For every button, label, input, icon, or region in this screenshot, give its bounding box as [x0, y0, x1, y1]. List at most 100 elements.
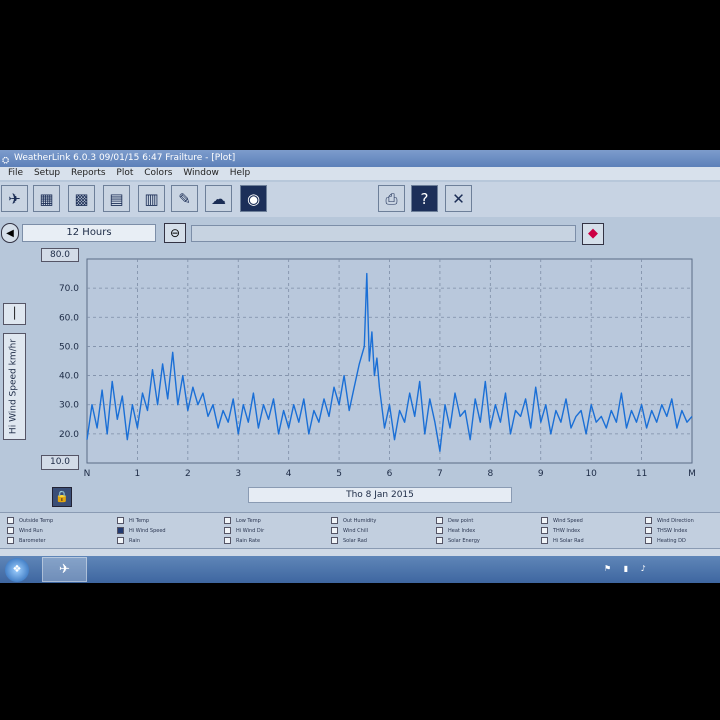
x-tick-label: 9: [538, 469, 544, 479]
help-icon[interactable]: ?: [411, 185, 438, 212]
legend-checkbox[interactable]: [224, 537, 231, 544]
legend-label: Hi Wind Speed: [129, 528, 166, 534]
legend-item[interactable]: Barometer: [7, 537, 46, 545]
noaa-icon[interactable]: ◉: [240, 185, 267, 212]
legend-checkbox[interactable]: [436, 527, 443, 534]
y-tick-label: 50.0: [59, 342, 79, 352]
legend-checkbox[interactable]: [7, 527, 14, 534]
legend-item[interactable]: Heating DD: [645, 537, 686, 545]
legend-label: Wind Direction: [657, 518, 694, 524]
x-tick-label: 8: [487, 469, 493, 479]
close-glyph: ✕: [452, 189, 465, 208]
menu-file[interactable]: File: [8, 167, 23, 180]
legend-item[interactable]: Hi Wind Dir: [224, 527, 264, 535]
menu-colors[interactable]: Colors: [144, 167, 172, 180]
legend-checkbox[interactable]: [645, 527, 652, 534]
legend-checkbox[interactable]: [541, 527, 548, 534]
range-bar: ◀ 12 Hours ⊖ ◆: [0, 220, 720, 248]
legend-item[interactable]: Wind Speed: [541, 517, 583, 525]
legend-item[interactable]: THW Index: [541, 527, 580, 535]
menu-setup[interactable]: Setup: [34, 167, 60, 180]
legend-label: Solar Rad: [343, 538, 367, 544]
legend-checkbox[interactable]: [117, 517, 124, 524]
menu-reports[interactable]: Reports: [71, 167, 106, 180]
legend-item[interactable]: Low Temp: [224, 517, 261, 525]
legend-checkbox[interactable]: [541, 517, 548, 524]
legend-checkbox[interactable]: [331, 527, 338, 534]
legend-item[interactable]: Rain: [117, 537, 140, 545]
window-title: WeatherLink 6.0.3 09/01/15 6:47 Frailtur…: [14, 153, 236, 163]
x-tick-label: 5: [336, 469, 342, 479]
report-icon[interactable]: ▥: [138, 185, 165, 212]
legend-checkbox[interactable]: [7, 537, 14, 544]
cloud-icon[interactable]: ☁: [205, 185, 232, 212]
legend-checkbox[interactable]: [117, 527, 124, 534]
legend-checkbox[interactable]: [331, 537, 338, 544]
x-tick-label: 2: [185, 469, 191, 479]
summary-icon[interactable]: ▩: [68, 185, 95, 212]
help-glyph: ?: [420, 189, 429, 208]
y-ticks: 70.0 60.0 50.0 40.0 30.0 20.0: [59, 284, 79, 440]
legend-item[interactable]: Rain Rate: [224, 537, 260, 545]
notes-icon[interactable]: ✎: [171, 185, 198, 212]
legend-checkbox[interactable]: [436, 517, 443, 524]
y-tick-label: 70.0: [59, 284, 79, 294]
menu-help[interactable]: Help: [230, 167, 251, 180]
x-tick-label: 1: [135, 469, 141, 479]
legend-label: Wind Run: [19, 528, 43, 534]
system-tray: ⚑ ▮ ♪: [604, 564, 714, 576]
lock-icon[interactable]: 🔒: [52, 487, 72, 507]
legend-item[interactable]: Solar Energy: [436, 537, 480, 545]
x-tick-label: N: [84, 469, 91, 479]
legend-item[interactable]: Wind Direction: [645, 517, 694, 525]
range-select[interactable]: 12 Hours: [22, 224, 156, 242]
legend-label: Heat Index: [448, 528, 476, 534]
legend-checkbox[interactable]: [436, 537, 443, 544]
legend-item[interactable]: Hi Temp: [117, 517, 149, 525]
legend-item[interactable]: THSW Index: [645, 527, 687, 535]
eraser-icon[interactable]: ◆: [582, 223, 604, 245]
weatherlink-task-icon[interactable]: ✈: [42, 557, 87, 582]
station-icon[interactable]: ▦: [33, 185, 60, 212]
legend-item[interactable]: Solar Rad: [331, 537, 367, 545]
legend-checkbox[interactable]: [224, 517, 231, 524]
flag-icon[interactable]: ⚑: [604, 564, 611, 573]
legend-checkbox[interactable]: [224, 527, 231, 534]
legend-item[interactable]: Dew point: [436, 517, 473, 525]
x-tick-label: 6: [387, 469, 393, 479]
zoom-out-icon[interactable]: ⊖: [164, 223, 186, 243]
close-icon[interactable]: ✕: [445, 185, 472, 212]
legend-label: Solar Energy: [448, 538, 480, 544]
legend-checkbox[interactable]: [645, 517, 652, 524]
wind-speed-chart: 70.0 60.0 50.0 40.0 30.0 20.0 N 1 2 3 4 5 6 7 8 9 10 11 M: [59, 258, 696, 479]
legend-item[interactable]: Hi Solar Rad: [541, 537, 584, 545]
range-nav-icon[interactable]: ◀: [1, 223, 19, 243]
weatherlink-logo-icon[interactable]: ✈: [1, 185, 28, 212]
menu-plot[interactable]: Plot: [116, 167, 133, 180]
volume-icon[interactable]: ♪: [641, 564, 646, 573]
legend-checkbox[interactable]: [645, 537, 652, 544]
y-tick-label: 60.0: [59, 313, 79, 323]
network-icon[interactable]: ▮: [624, 564, 628, 573]
legend-checkbox[interactable]: [541, 537, 548, 544]
legend-checkbox[interactable]: [117, 537, 124, 544]
weatherlink-window: ⛭ WeatherLink 6.0.3 09/01/15 6:47 Frailt…: [0, 150, 720, 583]
legend-item[interactable]: Out Humidity: [331, 517, 376, 525]
legend-item[interactable]: Outside Temp: [7, 517, 53, 525]
legend-item[interactable]: Wind Chill: [331, 527, 368, 535]
y-tick-label: 40.0: [59, 372, 79, 382]
start-orb-icon[interactable]: ❖: [5, 558, 29, 582]
legend-label: THW Index: [553, 528, 581, 534]
menu-bar: File Setup Reports Plot Colors Window He…: [0, 167, 720, 180]
legend-item[interactable]: Hi Wind Speed: [117, 527, 166, 535]
date-field: Tho 8 Jan 2015: [248, 487, 512, 503]
legend-item[interactable]: Wind Run: [7, 527, 43, 535]
legend-label: Barometer: [19, 538, 46, 544]
strip-chart-icon[interactable]: ▤: [103, 185, 130, 212]
menu-window[interactable]: Window: [183, 167, 219, 180]
legend-checkbox[interactable]: [331, 517, 338, 524]
legend-checkbox[interactable]: [7, 517, 14, 524]
legend-label: THSW Index: [657, 528, 688, 534]
print-icon[interactable]: ⎙: [378, 185, 405, 212]
legend-item[interactable]: Heat Index: [436, 527, 475, 535]
